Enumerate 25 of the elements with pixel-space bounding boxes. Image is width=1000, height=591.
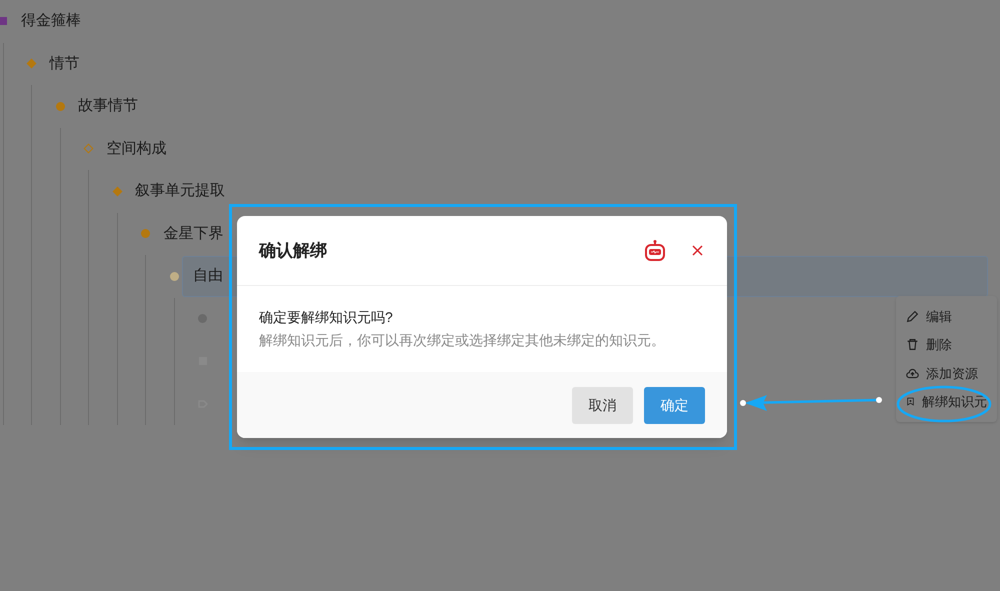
dialog-question: 确定要解绑知识元吗? bbox=[259, 308, 394, 327]
menu-item[interactable]: 添加资源 bbox=[896, 359, 997, 388]
menu-item[interactable]: 删除 bbox=[896, 330, 997, 359]
tree-node[interactable]: 叙事单元提取 bbox=[135, 180, 225, 202]
menu-item[interactable]: 编辑 bbox=[896, 302, 997, 330]
dialog-title: 确认解绑 bbox=[259, 240, 328, 262]
menu-item[interactable]: 解绑知识元 bbox=[896, 388, 997, 416]
menu-item-label: 编辑 bbox=[926, 308, 952, 326]
tree-node[interactable]: 情节 bbox=[50, 52, 80, 75]
dialog-description: 解绑知识元后，你可以再次绑定或选择绑定其他未绑定的知识元。 bbox=[259, 331, 666, 350]
robot-icon bbox=[643, 238, 667, 262]
confirm-button[interactable]: 确定 bbox=[644, 386, 705, 424]
cancel-button[interactable]: 取消 bbox=[572, 386, 633, 424]
tree-node[interactable]: 故事情节 bbox=[78, 95, 138, 118]
menu-item-label: 解绑知识元 bbox=[922, 393, 987, 411]
tree-node[interactable]: 金星下界 bbox=[164, 222, 224, 245]
cloud-upload-icon bbox=[906, 366, 919, 380]
tree-node[interactable]: 空间构成 bbox=[106, 138, 166, 160]
bookmark-icon bbox=[906, 395, 915, 408]
tree-node[interactable]: 得金箍棒 bbox=[21, 10, 81, 32]
close-icon bbox=[692, 245, 702, 256]
menu-item-label: 删除 bbox=[926, 336, 952, 354]
pencil-icon bbox=[906, 310, 919, 323]
menu-item-label: 添加资源 bbox=[926, 364, 978, 382]
trash-icon bbox=[906, 338, 919, 352]
